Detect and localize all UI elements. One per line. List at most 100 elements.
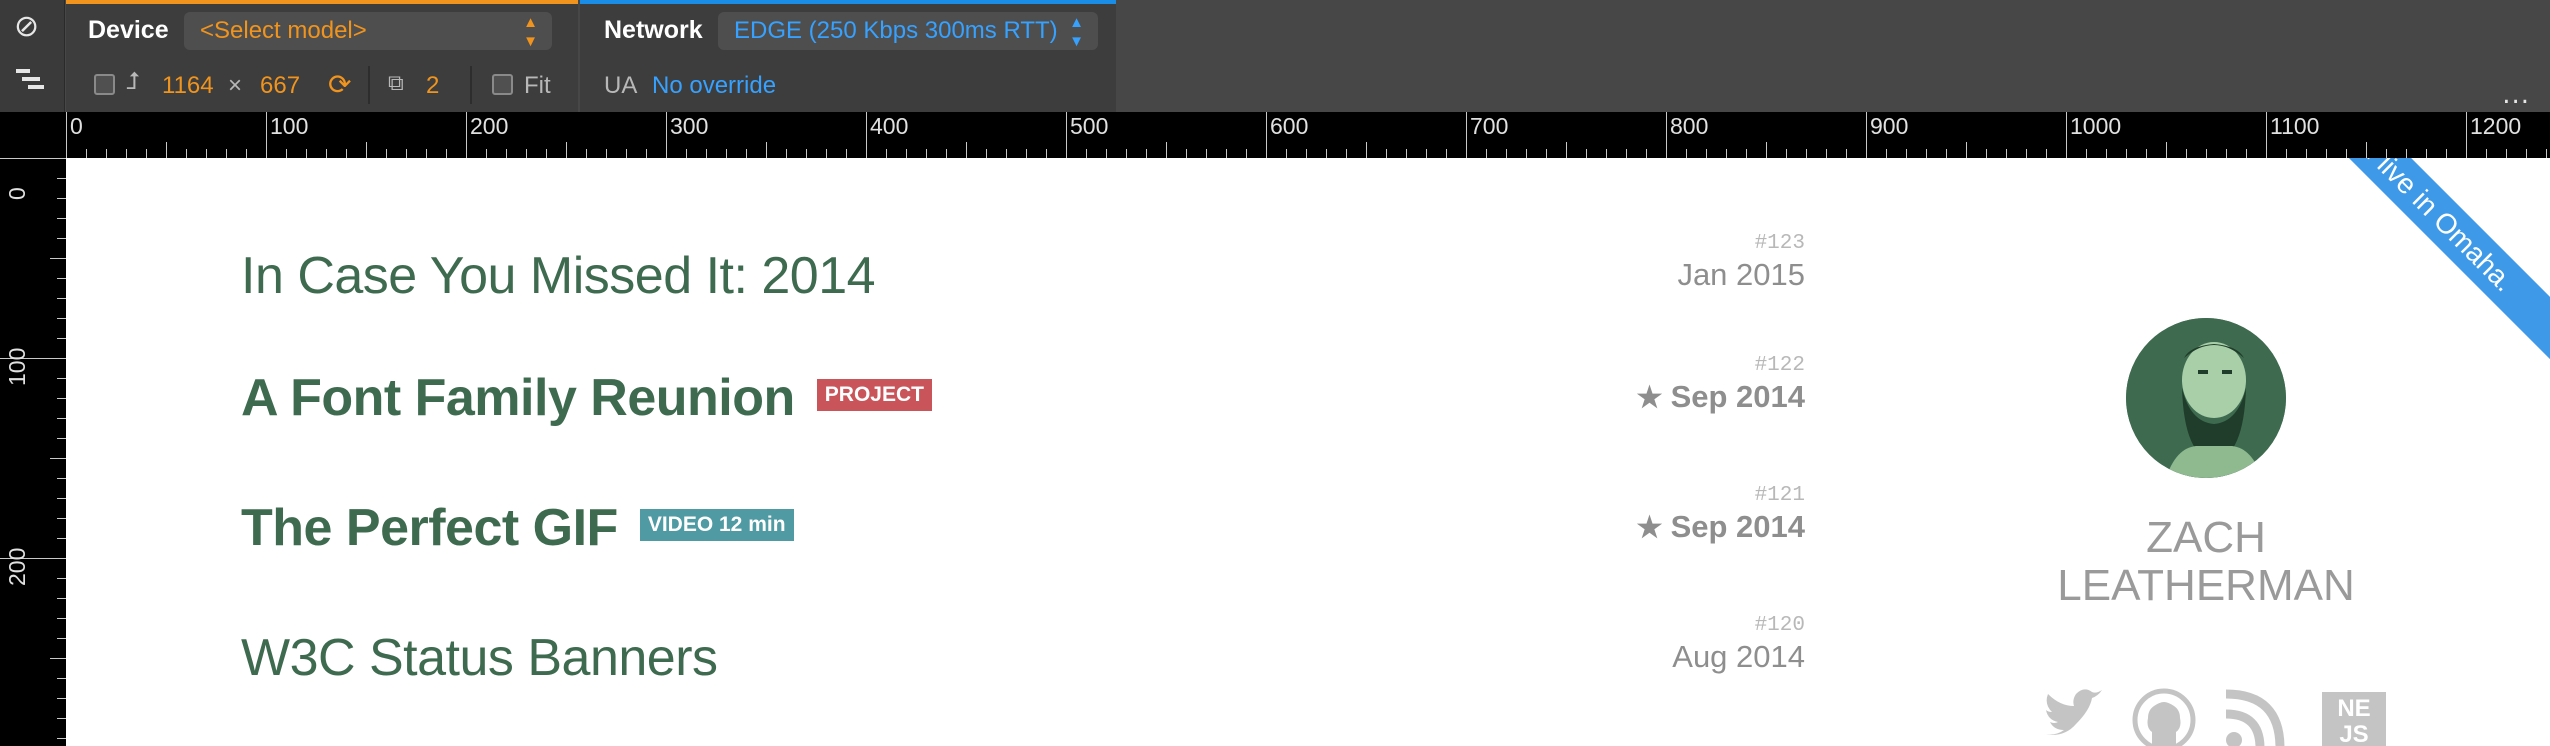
ruler-tick (426, 149, 427, 158)
ruler-tick (986, 149, 987, 158)
ruler-tick (1926, 149, 1927, 158)
ruler-tick (1006, 149, 1007, 158)
ruler-tick (2506, 149, 2507, 158)
ruler-tick (1646, 149, 1647, 158)
ruler-tick (806, 149, 807, 158)
location-ribbon[interactable]: I live in Omaha. (2290, 158, 2550, 368)
nejs-icon[interactable]: NE JS (2322, 692, 2386, 746)
ruler-tick (2346, 149, 2347, 158)
ruler-tick (586, 149, 587, 158)
post-number: #120 (1754, 614, 1805, 637)
ruler-label: 1000 (2070, 113, 2122, 139)
more-options-icon[interactable]: ... (2502, 80, 2530, 110)
ruler-tick (726, 149, 727, 158)
ruler-tick (2446, 149, 2447, 158)
post-number: #123 (1754, 232, 1805, 255)
ruler-tick (1906, 149, 1907, 158)
ruler-tick (606, 149, 607, 158)
height-field[interactable]: 667 (260, 72, 300, 100)
ruler-tick (57, 238, 66, 239)
ruler-tick (2226, 149, 2227, 158)
dimensions-checkbox[interactable] (94, 74, 115, 95)
ruler-tick (1086, 149, 1087, 158)
post-number: #121 (1754, 484, 1805, 507)
device-label: Device (88, 16, 169, 44)
ruler-tick (57, 498, 66, 499)
ruler-label: 1200 (2470, 113, 2522, 139)
ruler-tick (786, 149, 787, 158)
post-title-link[interactable]: A Font Family Reunion (241, 369, 795, 427)
ruler-tick (1846, 149, 1847, 158)
ruler-tick (1246, 149, 1247, 158)
ruler-tick (1766, 142, 1767, 158)
ruler-tick (57, 218, 66, 219)
post-date: Sep 2014 (1670, 509, 1805, 544)
github-icon-svg (2132, 688, 2196, 746)
ruler-tick (706, 149, 707, 158)
model-select[interactable]: <Select model> ▲ ▼ (184, 12, 552, 50)
ua-override-field[interactable]: No override (652, 72, 776, 100)
ruler-tick (2426, 149, 2427, 158)
ruler-tick (1446, 149, 1447, 158)
ruler-label: 200 (4, 547, 30, 586)
ruler-tick (126, 149, 127, 158)
drawer-toggle-icon[interactable] (14, 66, 46, 100)
ruler-label: 400 (870, 113, 909, 139)
ruler-tick (1166, 142, 1167, 158)
ruler-tick (2486, 149, 2487, 158)
ruler-tick (1626, 149, 1627, 158)
ruler-tick (1326, 149, 1327, 158)
page-viewport: In Case You Missed It: 2014 #123 Jan 201… (66, 158, 2550, 746)
ruler-tick (1146, 149, 1147, 158)
ruler-tick (826, 149, 827, 158)
vertical-ruler: 0 100 200 (0, 112, 66, 746)
post-title-link[interactable]: The Perfect GIF (241, 499, 618, 557)
ruler-tick (1366, 142, 1367, 158)
avatar[interactable] (2126, 318, 2286, 478)
ruler-tick (486, 149, 487, 158)
ruler-tick (1026, 149, 1027, 158)
ruler-tick (57, 398, 66, 399)
ruler-tick (57, 718, 66, 719)
ruler-tick (57, 618, 66, 619)
ruler-tick (1806, 149, 1807, 158)
ruler-tick (206, 149, 207, 158)
ruler-label: 700 (1470, 113, 1509, 139)
ruler-tick (1126, 149, 1127, 158)
post-date: Jan 2015 (1677, 257, 1805, 292)
ruler-tick (50, 258, 66, 259)
dpr-field[interactable]: 2 (426, 72, 439, 100)
project-badge: PROJECT (816, 379, 932, 412)
ruler-tick (2146, 149, 2147, 158)
ruler-tick (166, 142, 167, 158)
ruler-tick (2106, 149, 2107, 158)
github-icon[interactable] (2132, 688, 2196, 746)
ruler-label: 600 (1270, 113, 1309, 139)
width-field[interactable]: 1164 (162, 72, 214, 100)
select-arrows-icon: ▲ ▼ (1069, 14, 1084, 50)
devtools-toolbar: ⊘ Device <Select model> ▲ ▼ ⮥ 1164 × 667 … (0, 0, 2550, 112)
rss-icon-svg (2225, 689, 2285, 746)
swap-dimensions-icon[interactable]: ⟳ (328, 68, 351, 101)
ruler-tick (406, 149, 407, 158)
ruler-tick (2026, 149, 2027, 158)
ruler-tick (2406, 149, 2407, 158)
fit-checkbox[interactable] (492, 74, 513, 95)
ruler-tick (106, 149, 107, 158)
post-title-link[interactable]: W3C Status Banners (241, 628, 718, 688)
post-title-link[interactable]: In Case You Missed It: 2014 (241, 246, 876, 306)
network-throttle-select[interactable]: EDGE (250 Kbps 300ms RTT) ▲ ▼ (718, 12, 1098, 50)
no-override-icon[interactable]: ⊘ (14, 12, 39, 42)
post-title-row: The Perfect GIF VIDEO 12 min (241, 498, 794, 558)
post-date-row: ★ Sep 2014 (1637, 379, 1806, 415)
ruler-tick (2086, 149, 2087, 158)
rss-icon[interactable] (2222, 688, 2286, 746)
ruler-tick (646, 149, 647, 158)
ruler-tick (1106, 149, 1107, 158)
ruler-label: 800 (1670, 113, 1709, 139)
twitter-icon[interactable] (2040, 688, 2104, 746)
ruler-tick (1966, 142, 1967, 158)
times-symbol: × (228, 72, 243, 99)
ruler-tick (966, 142, 967, 158)
separator (368, 66, 370, 104)
